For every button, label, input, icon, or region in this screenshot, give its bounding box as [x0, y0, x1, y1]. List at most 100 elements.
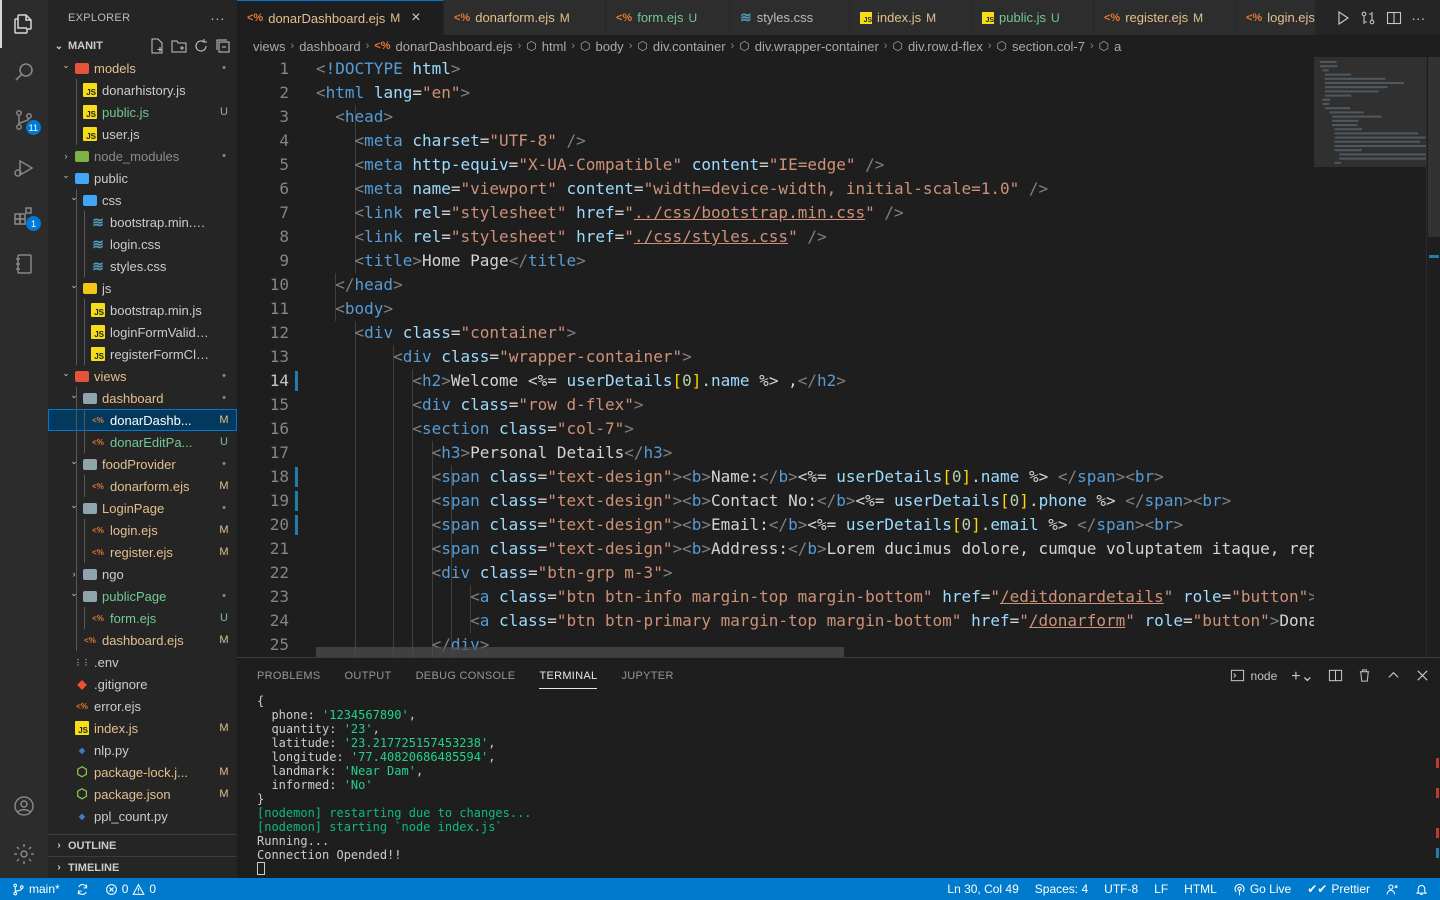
tab-public-js[interactable]: JS public.js U — [972, 0, 1094, 35]
horizontal-scrollbar[interactable] — [316, 647, 844, 657]
encoding[interactable]: UTF-8 — [1096, 882, 1146, 896]
run-debug-icon[interactable] — [0, 144, 48, 192]
tree-item[interactable]: ⌄ css — [48, 189, 237, 211]
run-icon[interactable] — [1335, 10, 1351, 26]
new-folder-icon[interactable] — [171, 38, 187, 54]
tree-item[interactable]: JS public.js U — [48, 101, 237, 123]
tab-styles-css[interactable]: ≋ styles.css — [730, 0, 850, 35]
tree-item[interactable]: › ngo — [48, 563, 237, 585]
tree-item[interactable]: ⌄ publicPage • — [48, 585, 237, 607]
modified-line-marker[interactable] — [295, 467, 298, 487]
extensions-icon[interactable]: 1 — [0, 192, 48, 240]
panel-tab-debug-console[interactable]: DEBUG CONSOLE — [416, 670, 516, 682]
breadcrumb-item[interactable]: html — [542, 39, 567, 54]
terminal-selector[interactable]: node — [1230, 668, 1277, 683]
source-control-icon[interactable]: 11 — [0, 96, 48, 144]
search-icon[interactable] — [0, 48, 48, 96]
tree-item[interactable]: <% login.ejs M — [48, 519, 237, 541]
tab-donarform-ejs[interactable]: <% donarform.ejs M — [444, 0, 606, 35]
workspace-section[interactable]: ⌄ MANIT — [48, 35, 237, 57]
panel-tab-output[interactable]: OUTPUT — [345, 670, 392, 682]
tree-item[interactable]: ⌄ js — [48, 277, 237, 299]
tree-item[interactable]: ⌄ LoginPage • — [48, 497, 237, 519]
tree-item[interactable]: <% register.ejs M — [48, 541, 237, 563]
tree-item[interactable]: ⬡ package-lock.j... M — [48, 761, 237, 783]
vertical-scrollbar[interactable] — [1426, 57, 1440, 657]
tree-item[interactable]: ◆ nlp.py — [48, 739, 237, 761]
tree-item[interactable]: ≋ bootstrap.min.css — [48, 211, 237, 233]
go-live-button[interactable]: Go Live — [1225, 882, 1299, 896]
tab-donardashboard-ejs[interactable]: <% donarDashboard.ejs M × — [237, 0, 444, 35]
breadcrumb-item[interactable]: section.col-7 — [1012, 39, 1085, 54]
tree-item[interactable]: JS user.js — [48, 123, 237, 145]
files-icon[interactable] — [0, 0, 48, 48]
tree-item[interactable]: <% donarDashb... M — [48, 409, 237, 431]
timeline-section[interactable]: › TIMELINE — [48, 856, 237, 878]
panel-tab-problems[interactable]: PROBLEMS — [257, 670, 321, 682]
tree-item[interactable]: <% dashboard.ejs M — [48, 629, 237, 651]
tree-item[interactable]: ≋ login.css — [48, 233, 237, 255]
tree-item[interactable]: ≋ styles.css — [48, 255, 237, 277]
trash-icon[interactable] — [1357, 668, 1372, 683]
modified-line-marker[interactable] — [295, 371, 298, 391]
tree-item[interactable]: ⬡ package.json M — [48, 783, 237, 805]
code-editor[interactable]: 1 2 3 4 5 6 7 8 9 10 11 12 13 14 15 16 17 18 19 20 21 22 23 24 2… — [237, 57, 1440, 657]
tree-item[interactable]: ⌄ views • — [48, 365, 237, 387]
tree-item[interactable]: JS bootstrap.min.js — [48, 299, 237, 321]
split-terminal-icon[interactable] — [1328, 668, 1343, 683]
tree-item[interactable]: ⌄ models • — [48, 57, 237, 79]
cursor-position[interactable]: Ln 30, Col 49 — [939, 882, 1026, 896]
terminal-output[interactable]: { phone: '1234567890', quantity: '23', l… — [257, 694, 1420, 875]
new-file-icon[interactable] — [149, 38, 165, 54]
maximize-panel-icon[interactable] — [1386, 668, 1401, 683]
breadcrumb-item[interactable]: div.container — [653, 39, 726, 54]
tree-item[interactable]: JS index.js M — [48, 717, 237, 739]
tab-register-ejs[interactable]: <% register.ejs M — [1094, 0, 1236, 35]
tab-form-ejs[interactable]: <% form.ejs U — [606, 0, 730, 35]
new-terminal-icon[interactable]: +⌄ — [1291, 666, 1314, 686]
tree-item[interactable]: <% donarEditPa... U — [48, 431, 237, 453]
tree-item[interactable]: <% error.ejs — [48, 695, 237, 717]
breadcrumb-item[interactable]: dashboard — [299, 39, 360, 54]
notifications-button[interactable] — [1407, 883, 1440, 896]
close-icon[interactable]: × — [411, 9, 420, 27]
tree-item[interactable]: ⌄ foodProvider • — [48, 453, 237, 475]
breadcrumb-item[interactable]: body — [595, 39, 623, 54]
feedback-button[interactable] — [1378, 883, 1407, 896]
modified-line-marker[interactable] — [295, 491, 298, 511]
tab-index-js[interactable]: JS index.js M — [850, 0, 972, 35]
breadcrumb-item[interactable]: views — [253, 39, 286, 54]
close-panel-icon[interactable] — [1415, 668, 1430, 683]
breadcrumb-item[interactable]: div.wrapper-container — [755, 39, 879, 54]
sync-button[interactable] — [68, 883, 97, 896]
more-actions-icon[interactable]: ··· — [1411, 10, 1425, 26]
more-actions-icon[interactable]: ··· — [210, 10, 225, 26]
branch-indicator[interactable]: main* — [0, 882, 68, 896]
tree-item[interactable]: JS loginFormValidati... — [48, 321, 237, 343]
end-of-line[interactable]: LF — [1146, 882, 1176, 896]
settings-gear-icon[interactable] — [0, 830, 48, 878]
modified-line-marker[interactable] — [295, 515, 298, 535]
tree-item[interactable]: ◆ ppl_count.py — [48, 805, 237, 827]
notebook-icon[interactable] — [0, 240, 48, 288]
tab-login-ejs[interactable]: <%login.ejsM — [1236, 0, 1330, 35]
tree-item[interactable]: ⋮⋮ .env — [48, 651, 237, 673]
panel-tab-jupyter[interactable]: JUPYTER — [621, 670, 673, 682]
problems-indicator[interactable]: 0 0 — [97, 882, 164, 896]
tree-item[interactable]: <% form.ejs U — [48, 607, 237, 629]
account-icon[interactable] — [0, 782, 48, 830]
breadcrumb-item[interactable]: div.row.d-flex — [908, 39, 983, 54]
prettier-button[interactable]: ✔✔ Prettier — [1299, 882, 1378, 896]
code-area[interactable]: <!DOCTYPE html> <html lang="en"> <head> <… — [316, 57, 1315, 657]
tree-item[interactable]: ⌄ public — [48, 167, 237, 189]
tree-item[interactable]: JS registerFormClie... — [48, 343, 237, 365]
tree-item[interactable]: <% donarform.ejs M — [48, 475, 237, 497]
split-editor-icon[interactable] — [1386, 10, 1402, 26]
outline-section[interactable]: › OUTLINE — [48, 834, 237, 856]
compare-changes-icon[interactable] — [1360, 10, 1376, 26]
language-mode[interactable]: HTML — [1176, 882, 1225, 896]
breadcrumb-item[interactable]: a — [1114, 39, 1121, 54]
tree-item[interactable]: JS donarhistory.js — [48, 79, 237, 101]
tree-item[interactable]: ⌄ dashboard • — [48, 387, 237, 409]
terminal-scrollbar[interactable] — [1436, 698, 1440, 868]
